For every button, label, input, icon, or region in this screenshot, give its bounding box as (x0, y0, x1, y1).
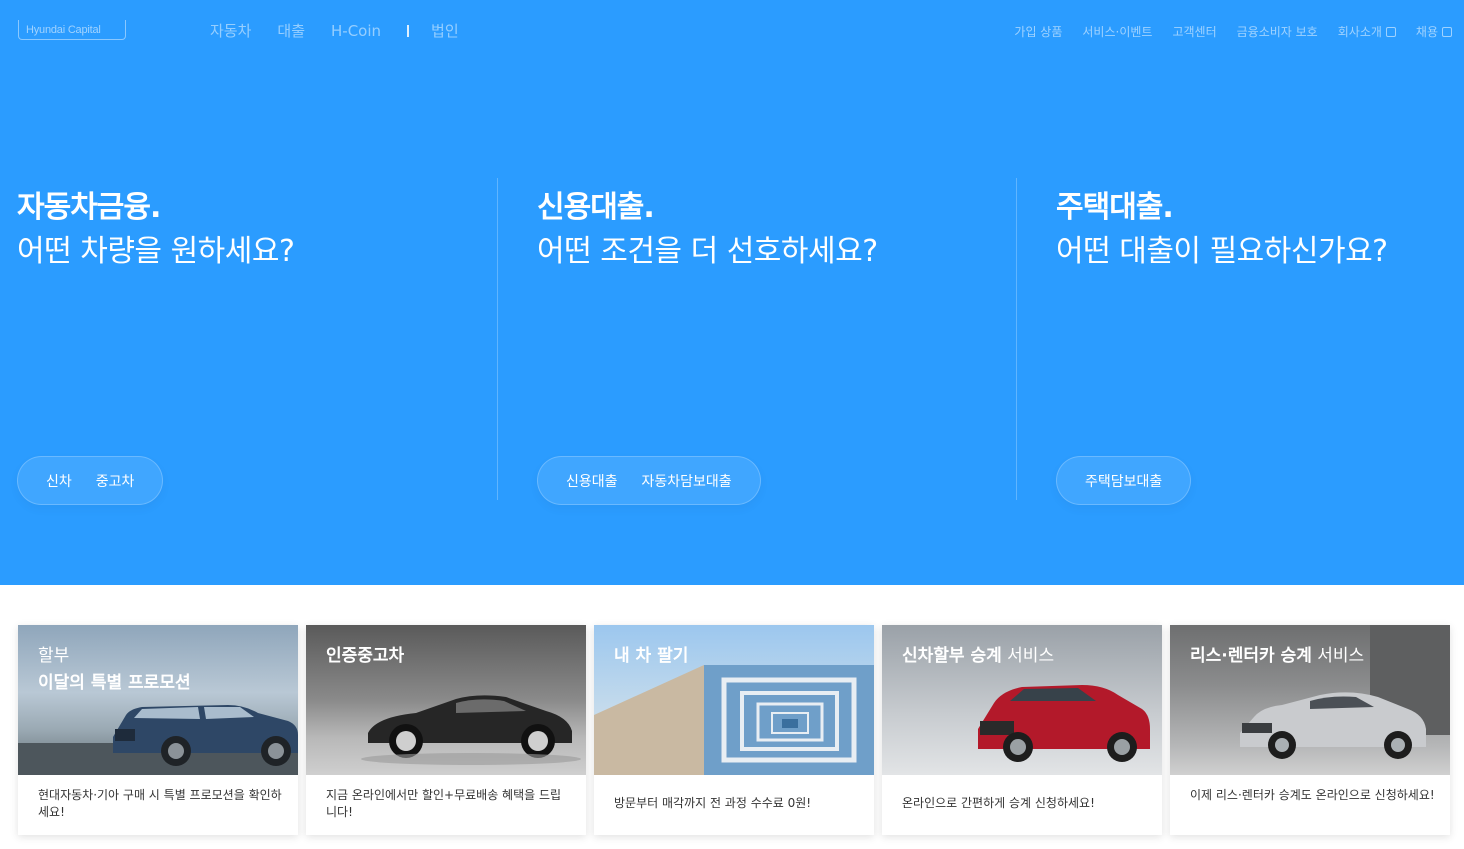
utility-nav: 가입 상품 서비스·이벤트 고객센터 금융소비자 보호 회사소개 채용 (994, 23, 1452, 40)
card-title-bold: 신차할부 승계 (902, 646, 1002, 666)
card-title: 할부 이달의 특별 프로모션 (38, 643, 191, 697)
top-navigation: Hyundai Capital 자동차 대출 H-Coin 법인 가입 상품 서… (0, 0, 1464, 62)
card-title-plain: 서비스 (1001, 646, 1055, 666)
nav-item-loan[interactable]: 대출 (277, 20, 305, 41)
new-car-button[interactable]: 신차 (46, 471, 72, 491)
util-item-recruit[interactable]: 채용 (1416, 23, 1452, 40)
button-group: 신용대출 자동차담보대출 (537, 456, 761, 505)
column-title: 자동차금융. (17, 190, 161, 225)
car-collateral-loan-button[interactable]: 자동차담보대출 (642, 471, 732, 491)
nav-divider (407, 24, 410, 37)
promo-cards: 할부 이달의 특별 프로모션 현대자동차·기아 구매 시 특별 프로모션을 확인… (18, 625, 1450, 835)
column-subtitle: 어떤 차량을 원하세요? (17, 234, 295, 269)
card-title: 신차할부 승계 서비스 (902, 643, 1054, 670)
main-nav: 자동차 대출 H-Coin 법인 (210, 20, 485, 41)
hero-section: Hyundai Capital 자동차 대출 H-Coin 법인 가입 상품 서… (0, 0, 1464, 585)
nav-item-hcoin[interactable]: H-Coin (331, 22, 381, 40)
hero-column-housing-loan: 주택대출. 어떤 대출이 필요하신가요? 주택담보대출 (1016, 178, 1464, 505)
external-link-icon (1385, 26, 1396, 37)
card-description: 현대자동차·기아 구매 시 특별 프로모션을 확인하세요! (38, 788, 282, 819)
promo-card-new-car-succession[interactable]: 신차할부 승계 서비스 온라인으로 간편하게 승계 신청하세요! (882, 625, 1162, 835)
card-title-bold: 리스·렌터카 승계 (1190, 646, 1312, 666)
card-title: 리스·렌터카 승계 서비스 (1190, 643, 1364, 670)
card-description: 이제 리스·렌터카 승계도 온라인으로 신청하세요! (1190, 788, 1435, 802)
card-description: 방문부터 매각까지 전 과정 수수료 0원! (614, 796, 812, 810)
credit-loan-button[interactable]: 신용대출 (566, 471, 618, 491)
util-item-consumer-protection[interactable]: 금융소비자 보호 (1237, 23, 1318, 40)
promo-card-installment[interactable]: 할부 이달의 특별 프로모션 현대자동차·기아 구매 시 특별 프로모션을 확인… (18, 625, 298, 835)
logo-text: Hyundai Capital (26, 24, 101, 36)
util-item-products[interactable]: 가입 상품 (1014, 23, 1062, 40)
card-title-line1: 할부 (38, 646, 70, 666)
hero-column-credit-loan: 신용대출. 어떤 조건을 더 선호하세요? 신용대출 자동차담보대출 (497, 178, 1016, 505)
util-item-service-event[interactable]: 서비스·이벤트 (1082, 23, 1152, 40)
mortgage-loan-button[interactable]: 주택담보대출 (1085, 471, 1162, 491)
promo-card-lease-rental-succession[interactable]: 리스·렌터카 승계 서비스 이제 리스·렌터카 승계도 온라인으로 신청하세요! (1170, 625, 1450, 835)
card-title-bold: 내 차 팔기 (614, 646, 689, 666)
card-description: 지금 온라인에서만 할인+무료배송 혜택을 드립니다! (326, 788, 562, 819)
card-title: 인증중고차 (326, 643, 404, 670)
util-item-company-label: 회사소개 (1337, 25, 1382, 39)
column-subtitle: 어떤 대출이 필요하신가요? (1056, 234, 1388, 269)
column-title: 신용대출. (537, 190, 655, 225)
hero-column-car-finance: 자동차금융. 어떤 차량을 원하세요? 신차 중고차 (0, 178, 497, 505)
card-title-bold: 인증중고차 (326, 646, 405, 666)
button-group: 신차 중고차 (17, 456, 164, 505)
used-car-button[interactable]: 중고차 (96, 471, 135, 491)
promo-card-sell-my-car[interactable]: 내 차 팔기 방문부터 매각까지 전 과정 수수료 0원! (594, 625, 874, 835)
util-item-customer-center[interactable]: 고객센터 (1172, 23, 1216, 40)
util-item-company[interactable]: 회사소개 (1338, 23, 1396, 40)
card-title-line2: 이달의 특별 프로모션 (38, 673, 191, 693)
nav-item-car[interactable]: 자동차 (210, 20, 251, 41)
card-title: 내 차 팔기 (614, 643, 688, 670)
card-title-plain: 서비스 (1311, 646, 1365, 666)
util-item-recruit-label: 채용 (1415, 25, 1438, 39)
card-description: 온라인으로 간편하게 승계 신청하세요! (902, 796, 1095, 810)
external-link-icon (1442, 26, 1452, 37)
promo-card-certified-used[interactable]: 인증중고차 지금 온라인에서만 할인+무료배송 혜택을 드립니다! (306, 625, 586, 835)
column-title: 주택대출. (1056, 190, 1174, 225)
nav-item-corporate[interactable]: 법인 (431, 20, 459, 41)
hyundai-capital-logo[interactable]: Hyundai Capital (18, 20, 126, 40)
button-group: 주택담보대출 (1056, 456, 1192, 505)
column-subtitle: 어떤 조건을 더 선호하세요? (537, 234, 878, 269)
